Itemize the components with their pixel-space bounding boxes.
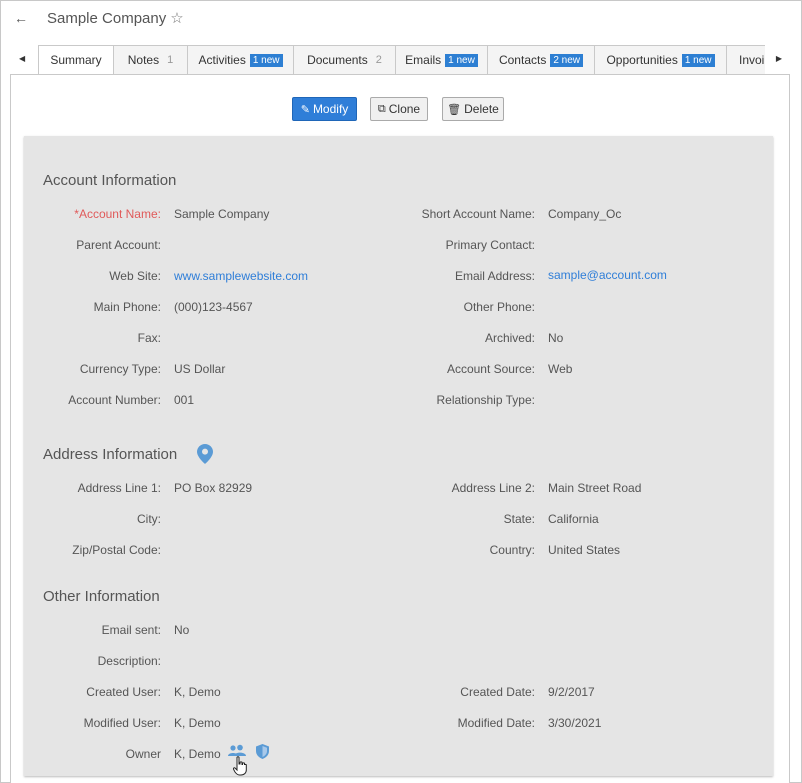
tab-opportunities[interactable]: Opportunities 1 new — [594, 45, 727, 75]
label-modified-date: Modified Date: — [457, 716, 535, 730]
label-owner: Owner — [125, 747, 161, 761]
label-created-date: Created Date: — [460, 685, 535, 699]
value-account-name: Sample Company — [174, 207, 270, 221]
tab-invoices[interactable]: Invoi — [726, 45, 765, 75]
tab-label: Activities — [198, 53, 246, 67]
shield-icon[interactable] — [256, 744, 269, 759]
modify-button[interactable]: ✎ Modify — [292, 97, 357, 121]
tab-scroll-left-icon[interactable]: ◀ — [19, 54, 25, 63]
tab-emails[interactable]: Emails 1 new — [395, 45, 488, 75]
section-title-other: Other Information — [43, 588, 160, 605]
label-account-source: Account Source: — [446, 362, 535, 376]
tab-activities[interactable]: Activities 1 new — [187, 45, 294, 75]
value-account-source: Web — [548, 362, 573, 376]
value-address-line-1: PO Box 82929 — [174, 481, 253, 495]
value-modified-user: K, Demo — [174, 716, 221, 730]
website-link[interactable]: www.samplewebsite.com — [174, 269, 308, 283]
tab-label: Opportunities — [606, 53, 678, 67]
label-country: Country: — [489, 543, 535, 557]
label-other-phone: Other Phone: — [463, 300, 535, 314]
clone-button[interactable]: ⧉ Clone — [370, 97, 428, 121]
label-city: City: — [137, 512, 161, 526]
tab-label: Contacts — [498, 53, 547, 67]
label-fax: Fax: — [137, 331, 161, 345]
new-badge: 1 new — [249, 53, 283, 67]
value-currency-type: US Dollar — [174, 362, 226, 376]
label-state: State: — [503, 512, 535, 526]
value-short-account-name: Company_Oc — [548, 207, 622, 221]
tab-documents[interactable]: Documents 2 — [293, 45, 396, 75]
copy-icon: ⧉ — [377, 102, 386, 115]
value-account-number: 001 — [174, 393, 195, 407]
label-primary-contact: Primary Contact: — [445, 238, 535, 252]
value-state: California — [548, 512, 599, 526]
label-parent-account: Parent Account: — [76, 238, 161, 252]
delete-button[interactable]: 🗑 Delete — [442, 97, 504, 121]
label-address-line-1: Address Line 1: — [77, 481, 161, 495]
back-arrow-icon[interactable]: ← — [12, 9, 30, 27]
tab-scroll-right-icon[interactable]: ▶ — [776, 54, 782, 63]
hand-pointer-cursor-icon — [233, 756, 247, 776]
label-relationship-type: Relationship Type: — [436, 393, 535, 407]
label-zip: Zip/Postal Code: — [72, 543, 161, 557]
modify-label: Modify — [312, 102, 349, 116]
value-address-line-2: Main Street Road — [548, 481, 642, 495]
favorite-star-icon[interactable]: ☆ — [170, 9, 183, 27]
label-short-account-name: Short Account Name: — [421, 207, 535, 221]
label-currency-type: Currency Type: — [79, 362, 161, 376]
value-created-date: 9/2/2017 — [548, 685, 595, 699]
tab-list: Summary Notes 1 Activities 1 new Documen… — [38, 45, 765, 75]
page-title: Sample Company — [47, 9, 167, 27]
value-created-user: K, Demo — [174, 685, 221, 699]
value-modified-date: 3/30/2021 — [548, 716, 602, 730]
tab-notes[interactable]: Notes 1 — [113, 45, 188, 75]
value-main-phone: (000)123-4567 — [174, 300, 253, 314]
tab-bar: ◀ Summary Notes 1 Activities 1 new Docum… — [10, 45, 790, 75]
trash-icon: 🗑 — [447, 103, 462, 116]
tab-label: Notes — [127, 53, 160, 67]
label-main-phone: Main Phone: — [93, 300, 161, 314]
label-account-number: Account Number: — [68, 393, 161, 407]
tab-label: Summary — [50, 53, 102, 67]
delete-label: Delete — [464, 102, 499, 116]
value-email-sent: No — [174, 623, 190, 637]
new-badge: 1 new — [681, 53, 715, 67]
label-email-sent: Email sent: — [101, 623, 161, 637]
tab-count: 2 — [375, 54, 382, 66]
new-badge: 1 new — [445, 53, 478, 67]
tab-label: Documents — [307, 53, 368, 67]
tab-count: 1 — [167, 54, 174, 66]
value-owner: K, Demo — [174, 747, 221, 761]
section-title-account: Account Information — [43, 172, 177, 189]
label-created-user: Created User: — [86, 685, 161, 699]
tab-contacts[interactable]: Contacts 2 new — [487, 45, 595, 75]
label-description: Description: — [97, 654, 161, 668]
label-email-address: Email Address: — [454, 269, 535, 283]
tab-label: Emails — [405, 53, 442, 67]
pencil-icon: ✎ — [300, 103, 310, 116]
label-web-site: Web Site: — [109, 269, 161, 283]
section-title-address: Address Information — [43, 446, 178, 463]
label-modified-user: Modified User: — [83, 716, 161, 730]
value-country: United States — [548, 543, 621, 557]
label-account-name: *Account Name: — [74, 207, 161, 221]
map-pin-icon[interactable] — [197, 444, 213, 464]
email-link[interactable]: sample@account.com — [548, 268, 667, 282]
tab-summary[interactable]: Summary — [38, 45, 114, 75]
tab-label: Invoi — [739, 53, 765, 67]
label-address-line-2: Address Line 2: — [451, 481, 535, 495]
record-header: ← Sample Company ☆ — [12, 7, 184, 29]
clone-label: Clone — [388, 102, 421, 116]
action-toolbar: ✎ Modify ⧉ Clone 🗑 Delete — [0, 97, 802, 121]
label-archived: Archived: — [484, 331, 535, 345]
new-badge: 2 new — [550, 53, 584, 67]
value-archived: No — [548, 331, 564, 345]
